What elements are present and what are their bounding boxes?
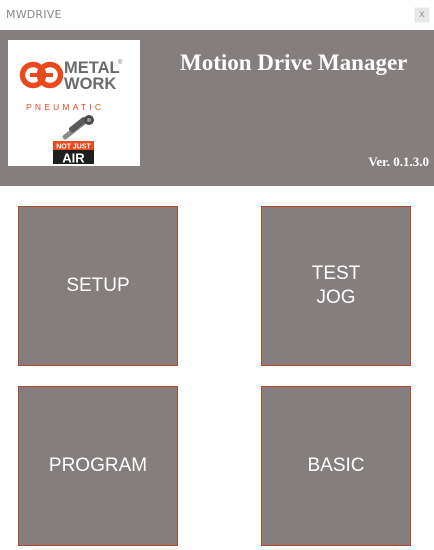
title-bar: MWDRIVE x [0,0,434,30]
metal-work-logo: METAL ® WORK PNEUMATIC NOT JUST AIR [19,59,123,166]
setup-button-label: SETUP [66,275,130,296]
logo-tagline: PNEUMATIC [26,102,104,112]
badge-not-just: NOT JUST [56,144,91,151]
basic-button-label: BASIC [307,455,365,476]
badge-air: AIR [62,151,85,166]
header-banner: METAL ® WORK PNEUMATIC NOT JUST AIR Moti… [0,30,434,186]
logo-registered-mark: ® [118,59,123,66]
setup-button[interactable]: SETUP [18,206,178,366]
version-label: Ver. 0.1.3.0 [368,154,429,169]
app-title: Motion Drive Manager [180,50,408,75]
window-title: MWDRIVE [6,8,62,21]
test-jog-button[interactable]: TEST JOG [261,206,411,366]
close-button[interactable]: x [414,7,430,23]
program-button-label: PROGRAM [48,455,148,476]
actuator-icon [62,115,94,140]
brand-logo: METAL ® WORK PNEUMATIC NOT JUST AIR [8,40,140,166]
program-button[interactable]: PROGRAM [18,386,178,546]
test-jog-button-label: TEST JOG [311,263,361,308]
basic-button[interactable]: BASIC [261,386,411,546]
close-icon: x [419,9,425,20]
logo-word-work: WORK [64,75,116,93]
